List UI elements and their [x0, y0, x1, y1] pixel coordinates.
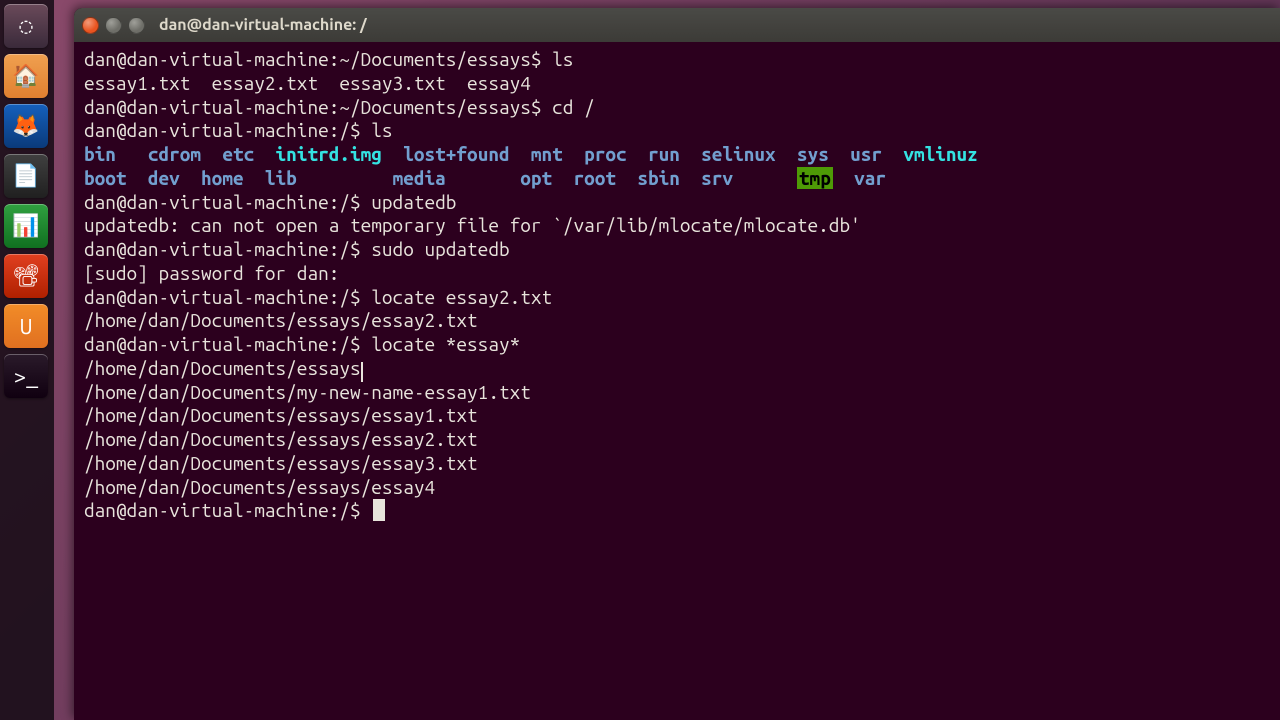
dir-sbin: sbin [637, 167, 680, 189]
cmd-text: ls [552, 48, 573, 70]
link-vmlinuz: vmlinuz [903, 143, 977, 165]
dir-run: run [648, 143, 680, 165]
prompt: dan@dan-virtual-machine:/$ [84, 286, 371, 308]
terminal-icon[interactable]: >_ [4, 354, 48, 398]
dir-home: home [201, 167, 244, 189]
link-initrd: initrd.img [276, 143, 382, 165]
cmd-text: locate *essay* [371, 333, 520, 355]
output-line: /home/dan/Documents/my-new-name-essay1.t… [84, 381, 531, 403]
dir-var: var [854, 167, 886, 189]
dir-selinux: selinux [701, 143, 775, 165]
output-line: updatedb: can not open a temporary file … [84, 214, 861, 236]
close-icon[interactable] [82, 17, 99, 34]
output-line: /home/dan/Documents/essays/essay2.txt [84, 428, 478, 450]
output-line: essay1.txt essay2.txt essay3.txt essay4 [84, 72, 531, 94]
dir-root: root [573, 167, 616, 189]
cmd-text: locate essay2.txt [371, 286, 552, 308]
output-line: [sudo] password for dan: [84, 262, 339, 284]
prompt: dan@dan-virtual-machine:/$ [84, 333, 371, 355]
cmd-text: sudo updatedb [371, 238, 509, 260]
writer-icon[interactable]: 📄 [4, 154, 48, 198]
unity-launcher: ◌ 🏠 🦊 📄 📊 📽 U >_ [0, 0, 54, 720]
dir-bin: bin [84, 143, 116, 165]
dir-boot: boot [84, 167, 127, 189]
dir-tmp: tmp [797, 167, 833, 189]
dir-proc: proc [584, 143, 627, 165]
output-line: /home/dan/Documents/essays/essay1.txt [84, 404, 478, 426]
calc-icon[interactable]: 📊 [4, 204, 48, 248]
block-cursor[interactable] [373, 499, 385, 521]
dir-usr: usr [850, 143, 882, 165]
dir-mnt: mnt [531, 143, 563, 165]
impress-icon[interactable]: 📽 [4, 254, 48, 298]
window-title: dan@dan-virtual-machine: / [159, 16, 367, 34]
dir-lostfound: lost+found [403, 143, 509, 165]
cmd-text: updatedb [371, 191, 456, 213]
cmd-text: ls [371, 119, 392, 141]
prompt: dan@dan-virtual-machine:/$ [84, 238, 371, 260]
prompt: dan@dan-virtual-machine:/$ [84, 191, 371, 213]
output-line: /home/dan/Documents/essays [84, 357, 361, 379]
prompt: dan@dan-virtual-machine:/$ [84, 119, 371, 141]
dash-icon[interactable]: ◌ [4, 4, 48, 48]
minimize-icon[interactable] [105, 17, 122, 34]
titlebar[interactable]: dan@dan-virtual-machine: / [74, 8, 1280, 42]
dir-etc: etc [222, 143, 254, 165]
output-line: /home/dan/Documents/essays/essay2.txt [84, 309, 478, 331]
firefox-icon[interactable]: 🦊 [4, 104, 48, 148]
dir-srv: srv [701, 167, 733, 189]
dir-media: media [393, 167, 446, 189]
usc-icon[interactable]: U [4, 304, 48, 348]
text-cursor-icon [361, 362, 363, 382]
prompt: dan@dan-virtual-machine:~/Documents/essa… [84, 96, 552, 118]
prompt: dan@dan-virtual-machine:~/Documents/essa… [84, 48, 552, 70]
output-line: /home/dan/Documents/essays/essay4 [84, 476, 435, 498]
prompt: dan@dan-virtual-machine:/$ [84, 499, 371, 521]
dir-opt: opt [520, 167, 552, 189]
dir-cdrom: cdrom [148, 143, 201, 165]
terminal-body[interactable]: dan@dan-virtual-machine:~/Documents/essa… [74, 42, 1280, 529]
maximize-icon[interactable] [128, 17, 145, 34]
files-icon[interactable]: 🏠 [4, 54, 48, 98]
dir-dev: dev [148, 167, 180, 189]
cmd-text: cd / [552, 96, 595, 118]
output-line: /home/dan/Documents/essays/essay3.txt [84, 452, 478, 474]
dir-sys: sys [797, 143, 829, 165]
dir-lib: lib [265, 167, 297, 189]
terminal-window: dan@dan-virtual-machine: / dan@dan-virtu… [74, 8, 1280, 720]
